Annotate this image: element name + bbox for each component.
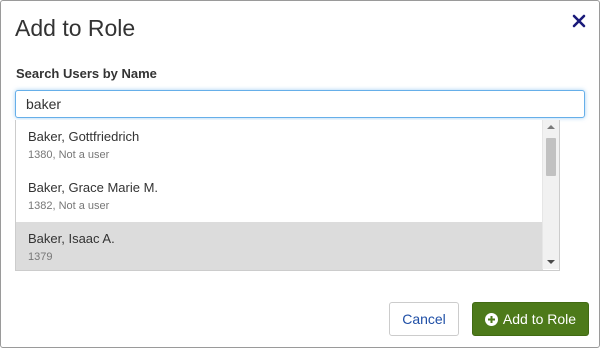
plus-circle-icon xyxy=(484,312,498,326)
result-name: Baker, Grace Marie M. xyxy=(28,180,159,195)
result-item[interactable]: Baker, Grace Marie M. 1382, Not a user xyxy=(16,171,543,222)
result-item[interactable]: Baker, Gottfriedrich 1380, Not a user xyxy=(16,120,543,171)
result-name: Baker, Gottfriedrich xyxy=(28,129,140,144)
cancel-button-label: Cancel xyxy=(402,311,446,327)
dialog-title: Add to Role xyxy=(15,15,136,41)
result-name: Baker, Isaac A. xyxy=(28,231,115,246)
scroll-up-arrow-icon[interactable] xyxy=(543,120,559,134)
add-to-role-dialog: Add to Role Search Users by Name Baker, … xyxy=(0,0,600,348)
scroll-down-arrow-icon[interactable] xyxy=(543,255,559,269)
result-item-highlighted[interactable]: Baker, Isaac A. 1379 xyxy=(16,222,543,270)
search-users-input[interactable] xyxy=(15,90,585,118)
results-scrollbar[interactable] xyxy=(542,120,559,269)
result-detail: 1379 xyxy=(28,251,53,263)
add-to-role-button-label: Add to Role xyxy=(502,311,577,327)
search-label: Search Users by Name xyxy=(16,66,157,81)
result-detail: 1382, Not a user xyxy=(28,200,110,212)
cancel-button[interactable]: Cancel xyxy=(389,302,459,336)
search-results-dropdown[interactable]: Baker, Gottfriedrich 1380, Not a user Ba… xyxy=(15,120,560,271)
results-list: Baker, Gottfriedrich 1380, Not a user Ba… xyxy=(16,120,543,270)
add-to-role-button[interactable]: Add to Role xyxy=(472,302,589,336)
close-icon[interactable] xyxy=(571,13,587,29)
result-detail: 1380, Not a user xyxy=(28,149,110,161)
scroll-thumb[interactable] xyxy=(546,138,556,176)
